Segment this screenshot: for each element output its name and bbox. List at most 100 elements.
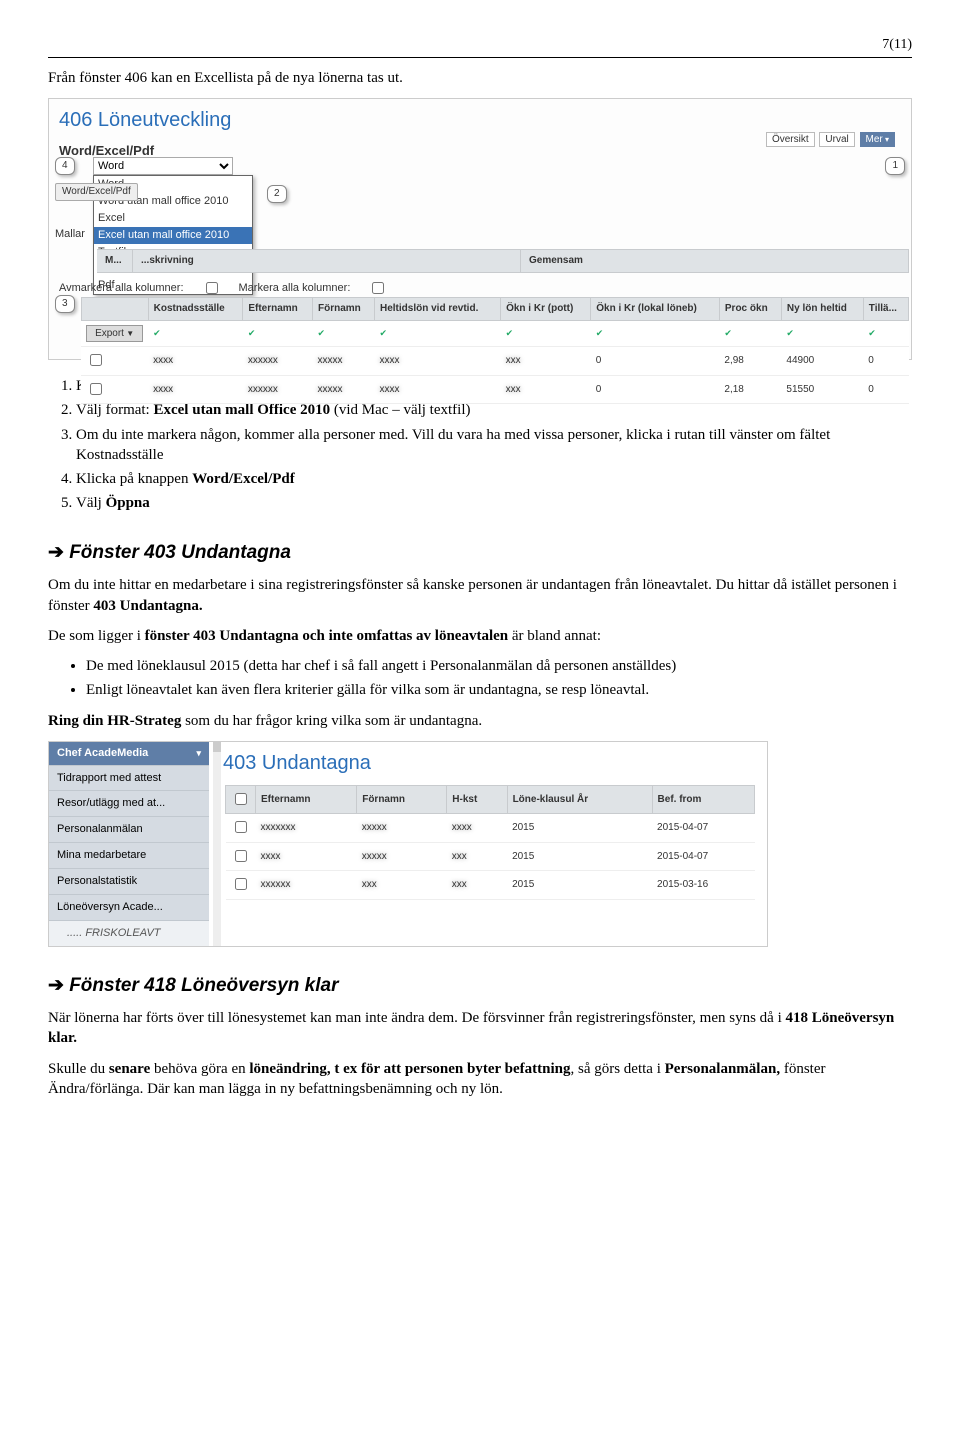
menu-tidrapport[interactable]: Tidrapport med attest	[49, 765, 209, 791]
cell-efternamn: xxxxxx	[243, 347, 313, 376]
tab-mer[interactable]: Mer	[860, 132, 895, 147]
mallar-table-header: M... ...skrivning Gemensam	[97, 249, 909, 273]
mallar-col-m: M...	[97, 249, 133, 273]
scroll-up-icon[interactable]	[213, 742, 221, 752]
col-bef-from: Bef. from	[652, 785, 754, 814]
section-403-title: Fönster 403 Undantagna	[48, 540, 912, 566]
format-select[interactable]: Word	[93, 157, 233, 175]
chk-kst[interactable]	[148, 320, 243, 347]
col-efternamn: Efternamn	[256, 785, 357, 814]
table-403: Efternamn Förnamn H-kst Löne-klausul År …	[225, 785, 755, 900]
cell-kst: xxxx	[148, 347, 243, 376]
mallar-label: Mallar	[55, 227, 85, 242]
avmarkera-label: Avmarkera alla kolumner:	[59, 281, 184, 296]
option-excel[interactable]: Excel	[94, 210, 252, 227]
chk-efternamn[interactable]	[243, 320, 313, 347]
chk-fornamn[interactable]	[313, 320, 375, 347]
cell-hkst: xxx	[447, 842, 507, 871]
cell-fornamn: xxxxx	[357, 842, 447, 871]
menu-mina-medarbetare[interactable]: Mina medarbetare	[49, 842, 209, 868]
window-title-403: 403 Undantagna	[223, 748, 757, 783]
cell-efternamn: xxxxxx	[256, 871, 357, 900]
sec418-p1: När lönerna har förts över till lönesyst…	[48, 1008, 912, 1049]
callout-2: 2	[267, 185, 287, 203]
sec403-p2: De som ligger i fönster 403 Undantagna o…	[48, 626, 912, 646]
col-tilla: Tillä...	[863, 298, 908, 321]
markera-label: Markera alla kolumner:	[239, 281, 351, 296]
sec403-p3: Ring din HR-Strateg som du har frågor kr…	[48, 711, 912, 731]
row-check[interactable]	[90, 383, 102, 395]
col-okn-lokal: Ökn i Kr (lokal löneb)	[591, 298, 720, 321]
callout-3: 3	[55, 295, 75, 313]
page-divider	[48, 57, 912, 58]
menu-friskoleavt[interactable]: ..... FRISKOLEAVT	[49, 920, 209, 946]
step-3: Om du inte markera någon, kommer alla pe…	[76, 425, 912, 466]
avmarkera-check[interactable]	[206, 282, 218, 294]
sec418-p2: Skulle du senare behöva göra en löneändr…	[48, 1059, 912, 1100]
cell-fornamn: xxxxx	[313, 375, 375, 404]
chk-nylon[interactable]	[781, 320, 863, 347]
col-fornamn: Förnamn	[357, 785, 447, 814]
bullet-2: Enligt löneavtalet kan även flera kriter…	[86, 680, 912, 700]
sidebar-head[interactable]: Chef AcadeMedia	[49, 742, 209, 765]
scrollbar[interactable]	[213, 742, 221, 946]
markera-check[interactable]	[372, 282, 384, 294]
step-4: Klicka på knappen Word/Excel/Pdf	[76, 469, 912, 489]
cell-tilla: 0	[863, 347, 908, 376]
table-row: xxxx xxxxxx xxxxx xxxx xxx 0 2,18 51550 …	[81, 375, 908, 404]
export-button[interactable]: Export	[86, 325, 143, 343]
table-row: xxxx xxxxx xxx 2015 2015-04-07	[226, 842, 755, 871]
sidebar: Chef AcadeMedia Tidrapport med attest Re…	[49, 742, 209, 946]
chk-proc[interactable]	[719, 320, 781, 347]
cell-heltid: xxxx	[375, 347, 501, 376]
menu-personalanmalan[interactable]: Personalanmälan	[49, 816, 209, 842]
menu-loneoversyn[interactable]: Löneöversyn Acade...	[49, 894, 209, 920]
cell-efternamn: xxxxxxx	[256, 814, 357, 843]
col-ny-lon: Ny lön heltid	[781, 298, 863, 321]
mallar-col-gemensam: Gemensam	[521, 249, 909, 273]
col-klausul-ar: Löne-klausul År	[507, 785, 652, 814]
cell-fornamn: xxxxx	[357, 814, 447, 843]
chk-okn-pott[interactable]	[501, 320, 591, 347]
callout-4: 4	[55, 157, 75, 175]
word-excel-pdf-button[interactable]: Word/Excel/Pdf	[55, 183, 138, 201]
row-check[interactable]	[90, 354, 102, 366]
sec403-p1: Om du inte hittar en medarbetare i sina …	[48, 575, 912, 616]
menu-personalstatistik[interactable]: Personalstatistik	[49, 868, 209, 894]
step-5: Välj Öppna	[76, 493, 912, 513]
cell-efternamn: xxxxxx	[243, 375, 313, 404]
tab-oversikt[interactable]: Översikt	[766, 132, 815, 147]
option-excel-no-mall[interactable]: Excel utan mall office 2010	[94, 227, 252, 244]
cell-proc: 2,18	[719, 375, 781, 404]
col-proc-okn: Proc ökn	[719, 298, 781, 321]
chk-heltid[interactable]	[375, 320, 501, 347]
cell-nylon: 51550	[781, 375, 863, 404]
row-check[interactable]	[235, 850, 247, 862]
tab-urval[interactable]: Urval	[819, 132, 854, 147]
columns-checkbox-table: Kostnadsställe Efternamn Förnamn Heltids…	[81, 297, 909, 404]
intro-406: Från fönster 406 kan en Excellista på de…	[48, 68, 912, 88]
page-number: 7(11)	[48, 36, 912, 55]
cell-ar: 2015	[507, 871, 652, 900]
right-tabs: Översikt Urval Mer	[756, 129, 903, 151]
table-row: xxxx xxxxxx xxxxx xxxx xxx 0 2,98 44900 …	[81, 347, 908, 376]
table-row: xxxxxxx xxxxx xxxx 2015 2015-04-07	[226, 814, 755, 843]
callout-1: 1	[885, 157, 905, 175]
select-all-check[interactable]	[235, 793, 247, 805]
cell-okn: 0	[591, 347, 720, 376]
col-heltidslon: Heltidslön vid revtid.	[375, 298, 501, 321]
col-efternamn: Efternamn	[243, 298, 313, 321]
cell-ar: 2015	[507, 814, 652, 843]
cell-from: 2015-04-07	[652, 842, 754, 871]
screenshot-403: Chef AcadeMedia Tidrapport med attest Re…	[48, 741, 768, 947]
menu-resor[interactable]: Resor/utlägg med at...	[49, 790, 209, 816]
chk-tilla[interactable]	[863, 320, 908, 347]
cell-kst: xxxx	[148, 375, 243, 404]
cell-heltid: xxxx	[375, 375, 501, 404]
cell-efternamn: xxxx	[256, 842, 357, 871]
row-check[interactable]	[235, 878, 247, 890]
chk-okn-lokal[interactable]	[591, 320, 720, 347]
main-403: 403 Undantagna Efternamn Förnamn H-kst L…	[209, 742, 767, 946]
bullet-1: De med löneklausul 2015 (detta har chef …	[86, 656, 912, 676]
row-check[interactable]	[235, 821, 247, 833]
